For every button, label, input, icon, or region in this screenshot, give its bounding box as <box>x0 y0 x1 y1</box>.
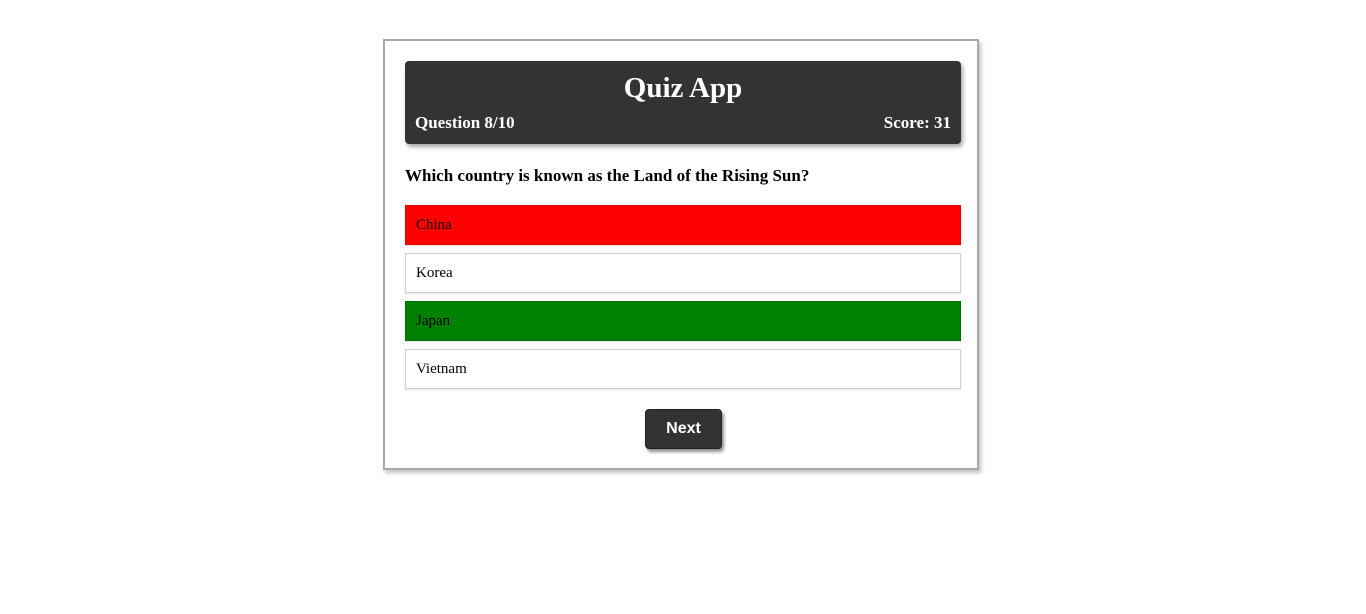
app-title: Quiz App <box>623 72 743 104</box>
quiz-header: Quiz App Question 8/10 Score: 31 <box>405 61 961 144</box>
answer-option-china[interactable]: China <box>405 205 961 245</box>
question-progress: Question 8/10 <box>415 113 515 132</box>
answer-list: China Korea Japan Vietnam <box>405 205 961 397</box>
header-meta: Question 8/10 Score: 31 <box>415 113 951 133</box>
question-text: Which country is known as the Land of th… <box>405 166 810 185</box>
score-display: Score: 31 <box>883 113 951 132</box>
answer-option-vietnam[interactable]: Vietnam <box>405 349 961 389</box>
answer-option-korea[interactable]: Korea <box>405 253 961 293</box>
quiz-card: Quiz App Question 8/10 Score: 31 Which c… <box>383 39 979 470</box>
answer-option-japan[interactable]: Japan <box>405 301 961 341</box>
next-button[interactable]: Next <box>645 409 722 449</box>
